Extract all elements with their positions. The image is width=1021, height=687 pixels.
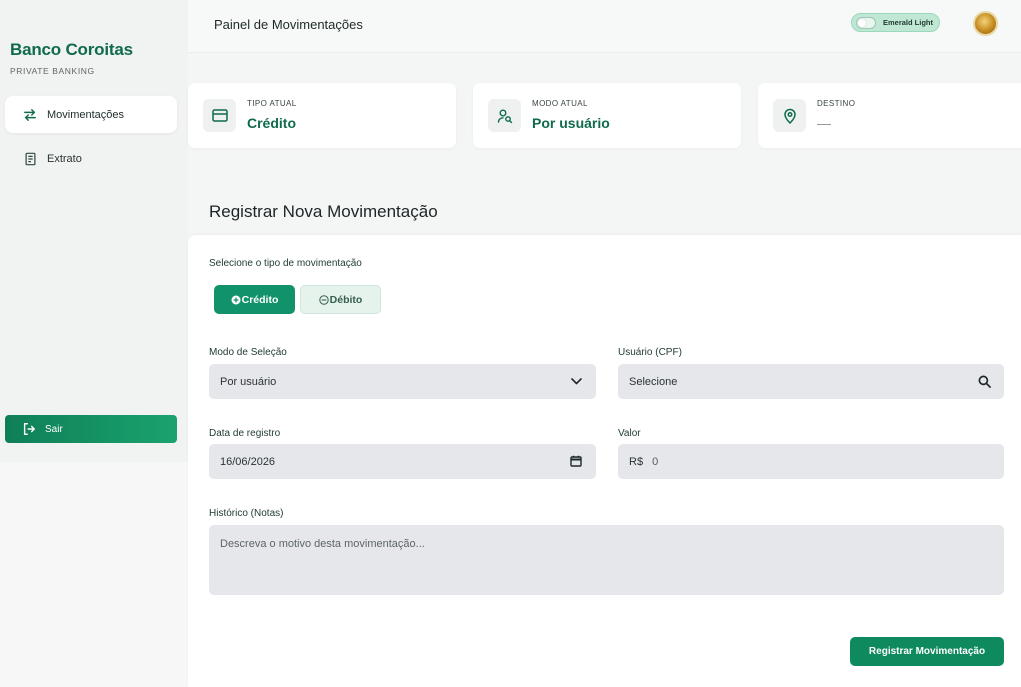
card-value: — [817, 115, 831, 131]
swap-arrows-icon [21, 106, 39, 124]
section-title: Registrar Nova Movimentação [209, 202, 438, 221]
info-card-modo-atual: MODO ATUAL Por usuário [473, 83, 741, 148]
card-value: Por usuário [532, 115, 610, 131]
toggle-switch-icon [856, 16, 876, 29]
minus-circle-icon [318, 294, 329, 305]
user-search-value: Selecione [629, 375, 678, 388]
brand-subtitle: PRIVATE BANKING [10, 66, 95, 76]
logout-label: Sair [45, 423, 63, 435]
submit-button[interactable]: Registrar Movimentação [850, 637, 1004, 666]
receipt-icon [21, 150, 39, 168]
sidebar-lower-area [0, 462, 188, 687]
submit-label: Registrar Movimentação [868, 646, 986, 657]
card-label: MODO ATUAL [532, 99, 588, 108]
sidebar-item-label: Extrato [47, 152, 82, 165]
credit-card-icon [203, 99, 236, 132]
page-title: Painel de Movimentações [214, 17, 363, 32]
sidebar-item-label: Movimentações [47, 108, 125, 121]
card-label: TIPO ATUAL [247, 99, 297, 108]
notes-placeholder: Descreva o motivo desta movimentação... [220, 538, 425, 550]
info-card-destino: DESTINO — [758, 83, 1021, 148]
debit-label: Débito [329, 293, 363, 306]
card-label: DESTINO [817, 99, 856, 108]
brand: Banco Coroitas PRIVATE BANKING [10, 40, 133, 76]
sidebar-item-extrato[interactable]: Extrato [5, 140, 177, 177]
amount-value: 0 [652, 455, 659, 468]
credit-button[interactable]: Crédito [214, 285, 295, 314]
notes-label: Histórico (Notas) [209, 508, 284, 519]
mode-select[interactable]: Por usuário [209, 364, 596, 399]
mode-label: Modo de Seleção [209, 347, 287, 358]
avatar[interactable] [973, 11, 998, 36]
sidebar-item-movimentacoes[interactable]: Movimentações [5, 96, 177, 133]
logout-button[interactable]: Sair [5, 415, 177, 443]
date-label: Data de registro [209, 428, 281, 439]
theme-toggle[interactable]: Emerald Light [851, 13, 940, 32]
theme-label: Emerald Light [883, 18, 934, 27]
info-card-tipo-atual: TIPO ATUAL Crédito [188, 83, 456, 148]
amount-input[interactable]: R$ 0 [618, 444, 1004, 479]
location-pin-icon [773, 99, 806, 132]
user-search-icon [488, 99, 521, 132]
brand-name: Banco Coroitas [10, 40, 133, 59]
card-value: Crédito [247, 115, 296, 131]
date-input[interactable]: 16/06/2026 [209, 444, 596, 479]
plus-circle-icon [231, 295, 241, 305]
date-value: 16/06/2026 [220, 455, 276, 468]
type-label: Selecione o tipo de movimentação [209, 258, 362, 269]
search-icon[interactable] [976, 373, 992, 389]
debit-button[interactable]: Débito [300, 285, 381, 314]
user-search-input[interactable]: Selecione [618, 364, 1004, 399]
amount-label: Valor [618, 428, 641, 439]
mode-select-value: Por usuário [220, 375, 277, 388]
notes-textarea[interactable]: Descreva o motivo desta movimentação... [209, 525, 1004, 595]
credit-label: Crédito [241, 293, 279, 306]
currency-prefix: R$ [629, 455, 644, 468]
chevron-down-icon [568, 373, 584, 389]
top-header: Painel de Movimentações Emerald Light [188, 0, 1021, 52]
logout-icon [21, 421, 37, 437]
calendar-icon[interactable] [568, 453, 584, 469]
user-label: Usuário (CPF) [618, 347, 682, 358]
sidebar: Banco Coroitas PRIVATE BANKING Movimenta… [0, 0, 188, 687]
